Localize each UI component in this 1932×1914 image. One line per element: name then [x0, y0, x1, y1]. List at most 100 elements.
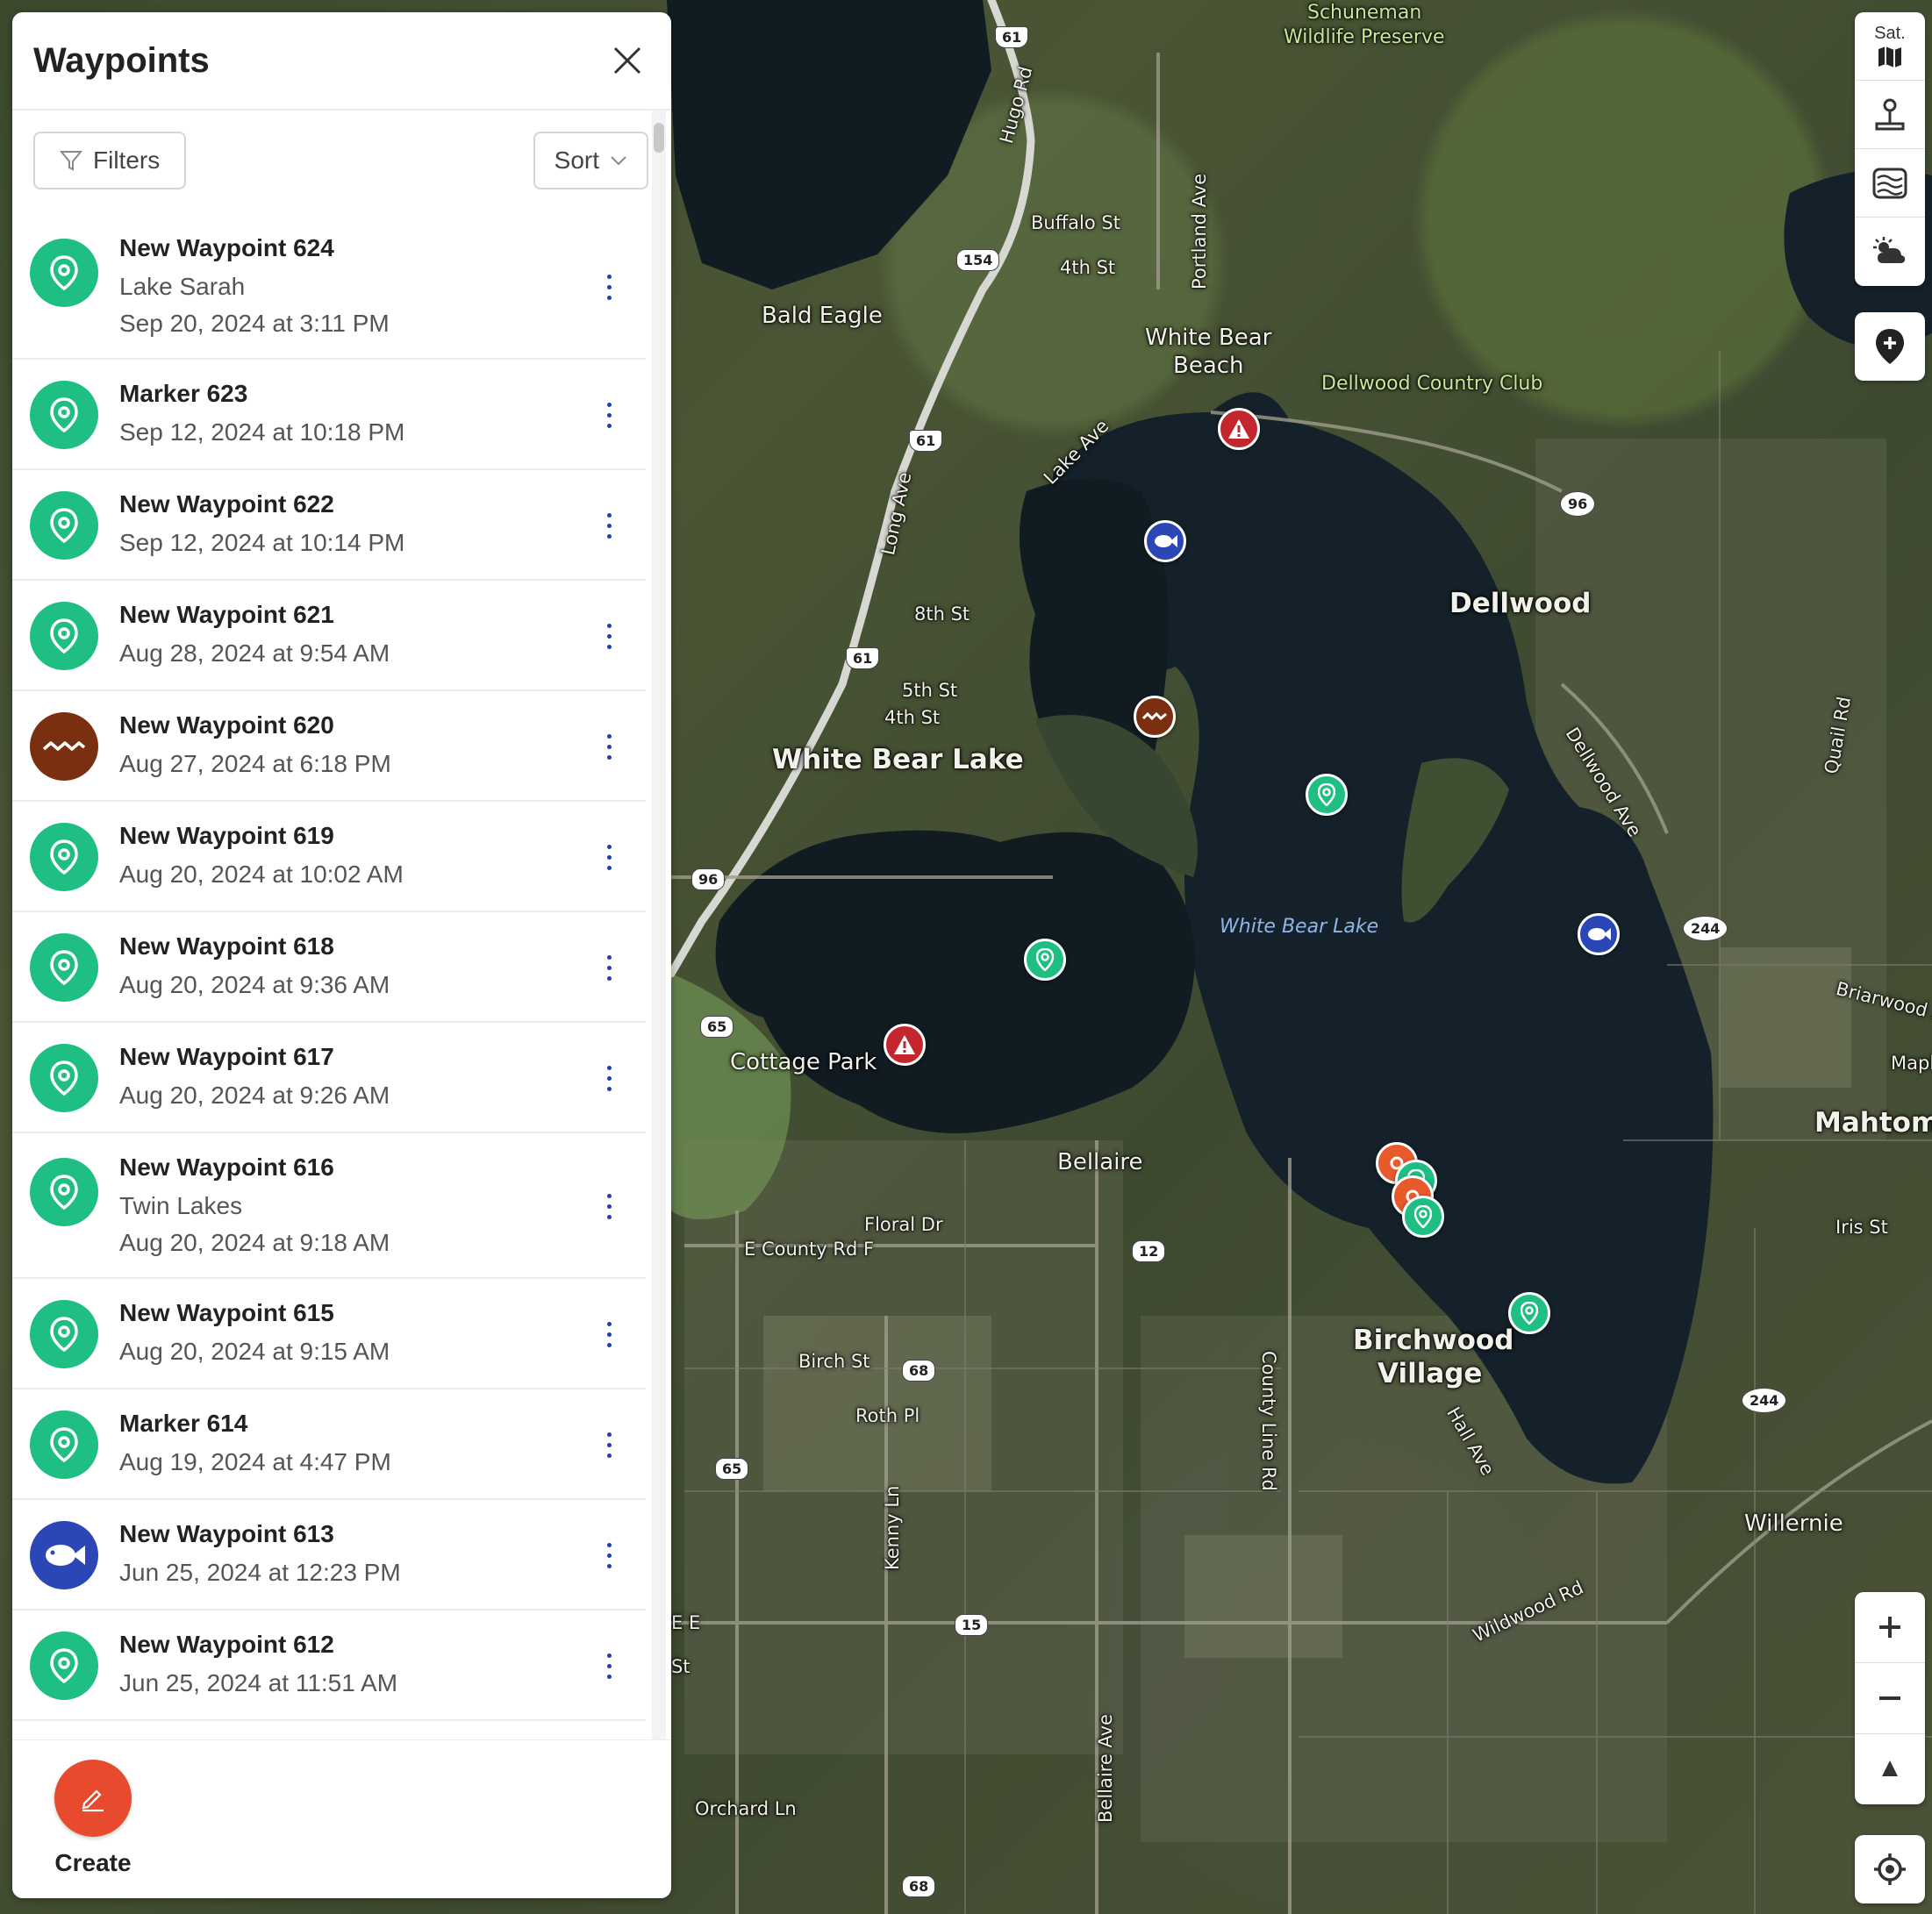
map-pin-fish[interactable] [1578, 913, 1620, 955]
waypoint-date: Aug 20, 2024 at 9:15 AM [119, 1338, 390, 1365]
waypoint-text: New Waypoint 624 Lake Sarah Sep 20, 2024 a… [119, 234, 628, 339]
panel-footer: Create [12, 1739, 671, 1898]
waypoint-list-item[interactable]: New Waypoint 624 Lake Sarah Sep 20, 2024 a… [12, 214, 646, 360]
waypoint-date: Aug 20, 2024 at 9:26 AM [119, 1082, 390, 1109]
more-options-icon[interactable] [590, 1180, 628, 1232]
map-pin-waypoint[interactable] [1402, 1196, 1444, 1238]
waypoint-location: Lake Sarah [119, 273, 246, 300]
sort-button[interactable]: Sort [533, 132, 648, 189]
locate-me-button[interactable] [1855, 1835, 1925, 1903]
map-pin-waypoint[interactable] [1306, 774, 1348, 816]
more-options-icon[interactable] [590, 1052, 628, 1104]
waypoint-list-item[interactable]: New Waypoint 612 Jun 25, 2024 at 11:51 AM [12, 1610, 646, 1721]
waypoint-list-item[interactable]: New Waypoint 618 Aug 20, 2024 at 9:36 AM [12, 912, 646, 1023]
waypoint-list-item[interactable]: New Waypoint 619 Aug 20, 2024 at 10:02 AM [12, 802, 646, 912]
add-waypoint-button[interactable] [1855, 312, 1925, 381]
scroll-thumb[interactable] [654, 123, 664, 153]
satellite-toggle-button[interactable]: Sat. [1855, 12, 1925, 81]
waypoint-list-item[interactable]: New Waypoint 620 Aug 27, 2024 at 6:18 PM [12, 691, 646, 802]
filters-button[interactable]: Filters [33, 132, 187, 189]
wave-icon [1142, 711, 1167, 721]
waypoint-text: New Waypoint 618 Aug 20, 2024 at 9:36 AM [119, 932, 628, 1000]
waypoint-list-item[interactable]: New Waypoint 621 Aug 28, 2024 at 9:54 AM [12, 581, 646, 691]
waypoint-date: Aug 28, 2024 at 9:54 AM [119, 639, 390, 667]
create-button[interactable] [54, 1760, 132, 1837]
more-options-icon[interactable] [590, 1308, 628, 1361]
green-pin-icon [30, 381, 98, 449]
location-pin-icon [1414, 1205, 1432, 1228]
waypoint-name: New Waypoint 621 [119, 601, 334, 628]
map-pin-hazard[interactable] [884, 1024, 926, 1066]
weather-icon [1873, 237, 1906, 263]
green-pin-icon [30, 602, 98, 670]
map-label-iris-st: Iris St [1835, 1217, 1888, 1238]
map-pin-hazard[interactable] [1218, 408, 1260, 450]
route-shield-68: 68 [902, 1360, 936, 1382]
route-shield-96: 96 [1560, 491, 1596, 517]
green-pin-icon [30, 933, 98, 1002]
waypoint-text: New Waypoint 617 Aug 20, 2024 at 9:26 AM [119, 1043, 628, 1111]
more-options-icon[interactable] [590, 941, 628, 994]
waypoint-name: Marker 614 [119, 1410, 248, 1437]
map-label-bellaire: Bellaire [1057, 1149, 1143, 1175]
list-scrollbar[interactable] [652, 111, 666, 1751]
more-options-icon[interactable] [590, 499, 628, 552]
panel-title: Waypoints [33, 40, 210, 80]
more-options-icon[interactable] [590, 389, 628, 441]
waypoint-list-item[interactable]: Marker 623 Sep 12, 2024 at 10:18 PM [12, 360, 646, 470]
map-label-birchwood-2: Village [1377, 1358, 1483, 1389]
location-pin-icon [1521, 1302, 1538, 1325]
more-options-icon[interactable] [590, 831, 628, 883]
water-layer-button[interactable] [1855, 149, 1925, 218]
waypoint-list-item[interactable]: Marker 614 Aug 19, 2024 at 4:47 PM [12, 1389, 646, 1500]
waypoint-list-item[interactable]: New Waypoint 613 Jun 25, 2024 at 12:23 PM [12, 1500, 646, 1610]
waypoint-list-item[interactable]: New Waypoint 615 Aug 20, 2024 at 9:15 AM [12, 1279, 646, 1389]
waypoint-list-item[interactable]: New Waypoint 622 Sep 12, 2024 at 10:14 PM [12, 470, 646, 581]
contour-layer-button[interactable] [1855, 81, 1925, 149]
map-label-birch-st: Birch St [798, 1351, 870, 1372]
route-shield-12: 12 [1132, 1240, 1166, 1262]
waypoint-text: New Waypoint 621 Aug 28, 2024 at 9:54 AM [119, 601, 628, 668]
more-options-icon[interactable] [590, 610, 628, 662]
green-pin-icon [30, 823, 98, 891]
zoom-in-button[interactable] [1855, 1592, 1925, 1663]
more-options-icon[interactable] [590, 1418, 628, 1471]
map-pin-waypoint[interactable] [1024, 939, 1066, 981]
route-shield-96: 96 [691, 868, 726, 890]
map-label-birchwood-1: Birchwood [1353, 1325, 1514, 1356]
map-label-floral-dr: Floral Dr [864, 1214, 943, 1235]
map-pin-wave[interactable] [1134, 696, 1176, 738]
map-label-bellaire-ave: Bellaire Ave [1095, 1714, 1116, 1823]
map-label-8th-st: 8th St [914, 603, 970, 625]
more-options-icon[interactable] [590, 1529, 628, 1582]
waypoint-name: New Waypoint 616 [119, 1153, 334, 1181]
waypoint-list[interactable]: New Waypoint 624 Lake Sarah Sep 20, 2024 a… [12, 214, 646, 1749]
zoom-out-button[interactable] [1855, 1663, 1925, 1734]
waypoint-date: Jun 25, 2024 at 12:23 PM [119, 1559, 401, 1586]
close-button[interactable] [606, 39, 648, 82]
more-options-icon[interactable] [590, 1639, 628, 1692]
blue-fish-icon [30, 1521, 98, 1589]
map-label-st: St [671, 1656, 691, 1677]
map-label-bald-eagle: Bald Eagle [762, 303, 883, 329]
more-options-icon[interactable] [590, 720, 628, 773]
map-label-willernie: Willernie [1744, 1510, 1843, 1537]
waypoint-list-item[interactable]: New Waypoint 617 Aug 20, 2024 at 9:26 AM [12, 1023, 646, 1133]
map-pin-waypoint[interactable] [1508, 1292, 1550, 1334]
map-label-e-county-rd-f: E County Rd F [744, 1239, 875, 1260]
map-label-dellwood-cc: Dellwood Country Club [1321, 373, 1543, 395]
map-label-4th-st: 4th St [884, 707, 941, 728]
map-pin-fish[interactable] [1144, 520, 1186, 562]
compass-button[interactable] [1855, 1734, 1925, 1804]
waypoint-list-item[interactable]: New Waypoint 616 Twin Lakes Aug 20, 2024 a… [12, 1133, 646, 1279]
waypoint-date: Aug 19, 2024 at 4:47 PM [119, 1448, 391, 1475]
waypoints-panel: Waypoints Filters Sort New Waypoint 624 L… [12, 12, 671, 1898]
more-options-icon[interactable] [590, 261, 628, 313]
close-icon [613, 46, 641, 75]
minus-icon [1879, 1696, 1900, 1700]
route-shield-244: 244 [1683, 916, 1728, 941]
waypoint-name: Marker 623 [119, 380, 248, 407]
waypoint-location: Twin Lakes [119, 1192, 243, 1219]
hazard-icon [1228, 419, 1249, 439]
weather-layer-button[interactable] [1855, 218, 1925, 286]
